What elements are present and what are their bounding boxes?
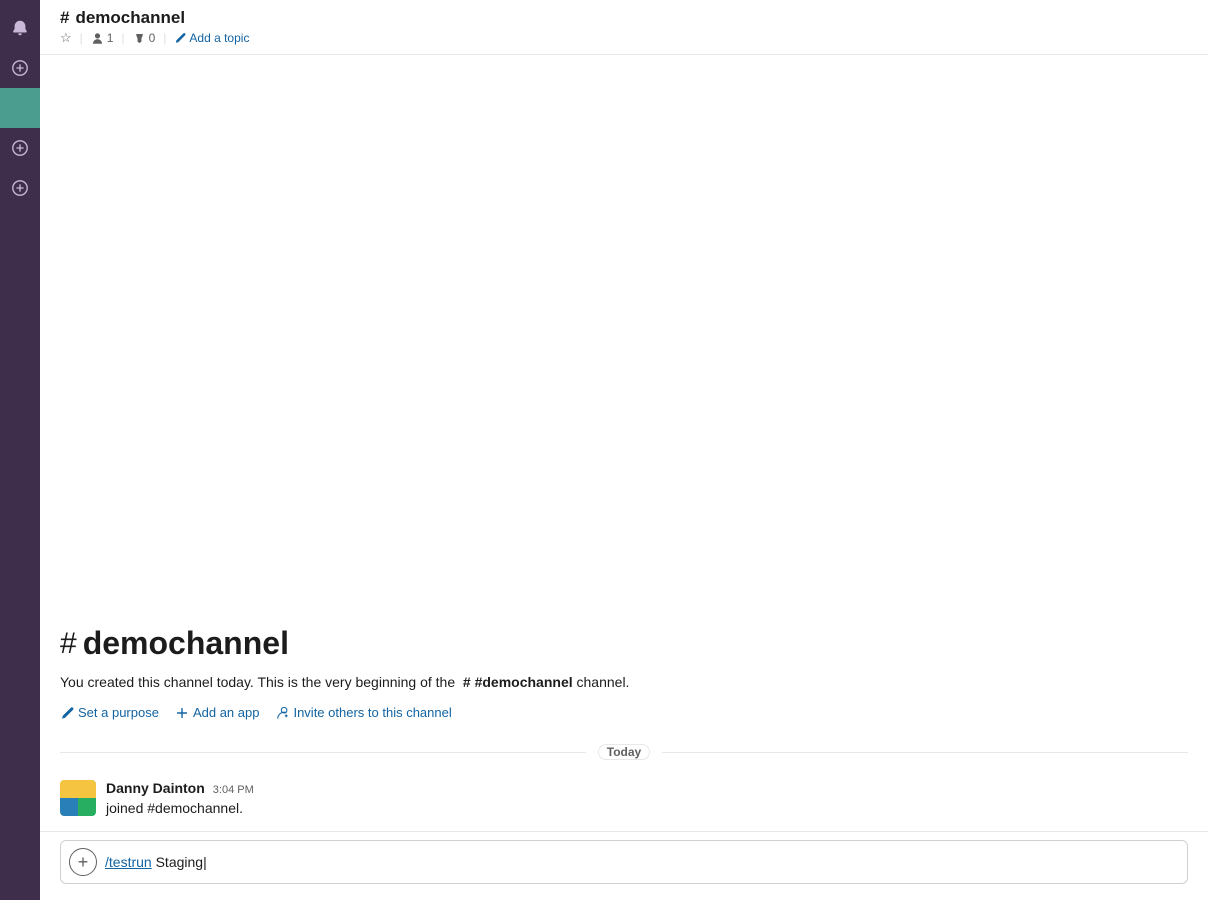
- intro-hash: #: [60, 627, 77, 661]
- chat-area: # demochannel You created this channel t…: [40, 55, 1208, 831]
- main-panel: #demochannel ☆ | 1 | 0 | Add a topic: [40, 0, 1208, 900]
- invite-others-button[interactable]: Invite others to this channel: [275, 705, 451, 720]
- message-content: Danny Dainton 3:04 PM joined #demochanne…: [106, 780, 1188, 819]
- message-input-area: + /testrun Staging|: [40, 831, 1208, 900]
- separator-2: |: [121, 31, 124, 45]
- chat-spacer: [40, 55, 1208, 605]
- set-purpose-button[interactable]: Set a purpose: [60, 705, 159, 720]
- separator-3: |: [163, 31, 166, 45]
- sidebar: [0, 0, 40, 900]
- bell-icon[interactable]: [0, 8, 40, 48]
- header-meta: ☆ | 1 | 0 | Add a topic: [60, 30, 1188, 46]
- add-circle-2-icon[interactable]: [0, 128, 40, 168]
- intro-desc-after: channel.: [577, 674, 630, 690]
- add-circle-3-icon[interactable]: [0, 168, 40, 208]
- channel-title: # demochannel: [60, 8, 1188, 28]
- add-topic-button[interactable]: Add a topic: [174, 31, 249, 45]
- pin-icon: [133, 32, 146, 45]
- channel-actions: Set a purpose Add an app Invite others t…: [60, 705, 1188, 720]
- members-icon: [91, 32, 104, 45]
- separator-1: |: [80, 31, 83, 45]
- avatar: [60, 780, 96, 816]
- message-list: Danny Dainton 3:04 PM joined #demochanne…: [40, 768, 1208, 831]
- intro-channel-mention: # #demochannel: [463, 674, 573, 690]
- channel-hash-symbol: #: [60, 8, 69, 28]
- divider-line-left: [60, 752, 586, 753]
- active-channel-icon[interactable]: [0, 88, 40, 128]
- input-plus-button[interactable]: +: [69, 848, 97, 876]
- add-app-button[interactable]: Add an app: [175, 705, 260, 720]
- message-body: joined #demochannel.: [106, 798, 1188, 819]
- person-plus-icon: [275, 706, 289, 720]
- channel-name: demochannel: [75, 8, 185, 28]
- channel-intro-desc: You created this channel today. This is …: [60, 672, 1188, 693]
- input-command-args: Staging: [152, 854, 203, 870]
- invite-others-label: Invite others to this channel: [293, 705, 451, 720]
- channel-intro-title: # demochannel: [60, 625, 1188, 662]
- members-meta: 1: [91, 31, 114, 45]
- channel-header: # demochannel ☆ | 1 | 0 | Add a topic: [40, 0, 1208, 55]
- plus-label: +: [78, 852, 89, 873]
- table-row: Danny Dainton 3:04 PM joined #demochanne…: [60, 776, 1188, 823]
- input-command-text: /testrun: [105, 854, 152, 870]
- message-input-field[interactable]: /testrun Staging|: [105, 854, 1179, 870]
- set-purpose-label: Set a purpose: [78, 705, 159, 720]
- pins-count: 0: [149, 31, 156, 45]
- add-app-label: Add an app: [193, 705, 260, 720]
- intro-desc-before: You created this channel today. This is …: [60, 674, 455, 690]
- message-input-wrapper[interactable]: + /testrun Staging|: [60, 840, 1188, 884]
- star-icon[interactable]: ☆: [60, 30, 72, 46]
- pencil-small-icon: [60, 706, 74, 720]
- channel-intro: # demochannel You created this channel t…: [40, 605, 1208, 736]
- today-divider: Today: [40, 736, 1208, 768]
- plus-small-icon: [175, 706, 189, 720]
- members-count: 1: [107, 31, 114, 45]
- today-label: Today: [598, 744, 650, 760]
- pins-meta: 0: [133, 31, 156, 45]
- message-time: 3:04 PM: [213, 784, 254, 796]
- add-topic-label: Add a topic: [189, 31, 249, 45]
- add-circle-1-icon[interactable]: [0, 48, 40, 88]
- divider-line-right: [662, 752, 1188, 753]
- message-header: Danny Dainton 3:04 PM: [106, 780, 1188, 796]
- message-author: Danny Dainton: [106, 780, 205, 796]
- intro-channel-name: demochannel: [83, 625, 289, 662]
- pencil-icon: [174, 32, 186, 44]
- cursor-indicator: |: [203, 854, 207, 870]
